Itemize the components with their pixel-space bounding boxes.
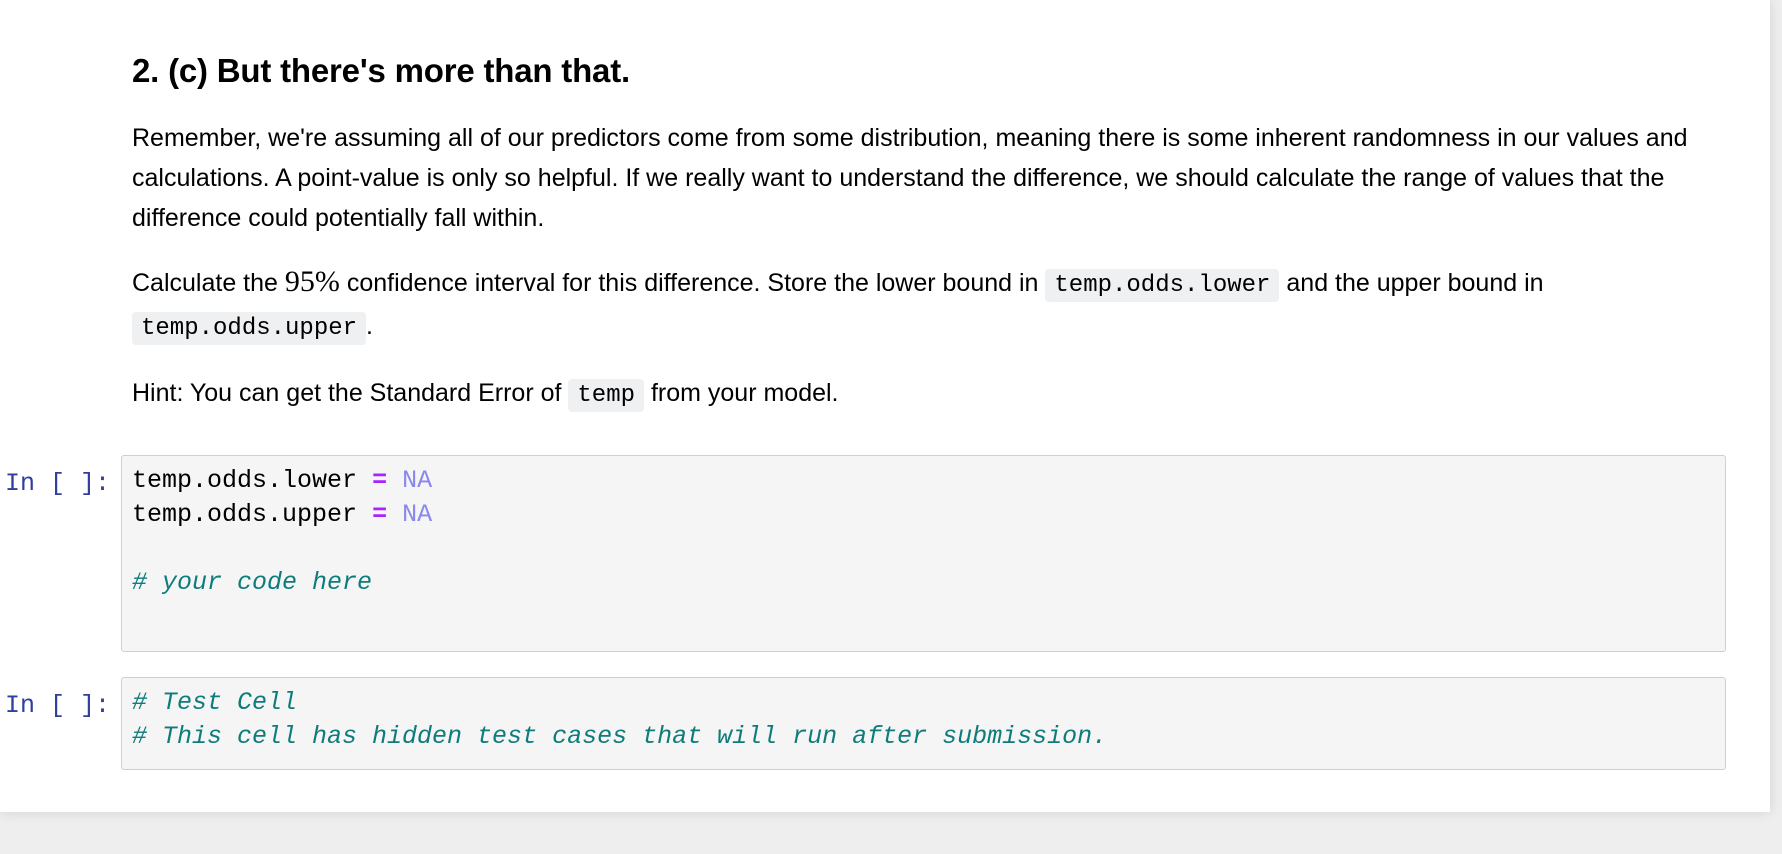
code-content: # Test Cell # This cell has hidden test … (122, 678, 1725, 754)
code-cell-test: In [ ]: # Test Cell # This cell has hidd… (0, 677, 1770, 770)
hint-paragraph: Hint: You can get the Standard Error of … (132, 373, 1722, 416)
inline-code-lower: temp.odds.lower (1045, 269, 1280, 302)
variable: temp.odds.upper (132, 500, 358, 529)
input-prompt: In [ ]: (4, 691, 110, 720)
code-comment: # your code here (132, 568, 373, 597)
section-heading: 2. (c) But there's more than that. (132, 52, 630, 89)
na-value: NA (402, 500, 433, 529)
code-line: temp.odds.lower = NA (132, 466, 432, 495)
code-line: temp.odds.upper = NA (132, 500, 432, 529)
hint-text: Hint: You can get the Standard Error of (132, 379, 569, 407)
input-prompt: In [ ]: (4, 469, 110, 498)
code-editor[interactable]: temp.odds.lower = NA temp.odds.upper = N… (121, 455, 1726, 652)
code-editor[interactable]: # Test Cell # This cell has hidden test … (121, 677, 1726, 770)
hint-text: from your model. (644, 379, 839, 407)
instruction-paragraph: Calculate the 95% confidence interval fo… (132, 262, 1722, 349)
assign-operator: = (372, 500, 388, 529)
instruction-text: . (366, 312, 373, 340)
inline-code-upper: temp.odds.upper (132, 312, 367, 345)
instruction-text: confidence interval for this difference.… (339, 269, 1046, 297)
na-value: NA (402, 466, 433, 495)
confidence-level: 95% (284, 265, 340, 298)
inline-code-temp: temp (568, 379, 644, 412)
intro-paragraph: Remember, we're assuming all of our pred… (132, 124, 1688, 232)
variable: temp.odds.lower (132, 466, 358, 495)
notebook-page: 2. (c) But there's more than that. Remem… (0, 0, 1770, 812)
code-comment: # Test Cell (132, 688, 298, 717)
code-comment: # This cell has hidden test cases that w… (132, 722, 1108, 751)
code-cell-answer: In [ ]: temp.odds.lower = NA temp.odds.u… (0, 455, 1770, 652)
assign-operator: = (372, 466, 388, 495)
instruction-text: Calculate the (132, 269, 285, 297)
code-content: temp.odds.lower = NA temp.odds.upper = N… (122, 456, 1725, 600)
markdown-cell: 2. (c) But there's more than that. Remem… (132, 44, 1722, 440)
instruction-text: and the upper bound in (1279, 269, 1544, 297)
